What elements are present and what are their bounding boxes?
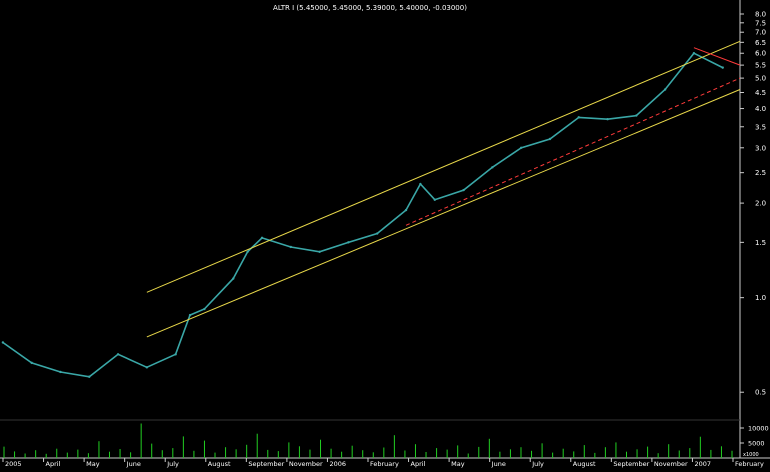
x-tick-label: June — [126, 460, 141, 468]
price-point — [188, 313, 192, 317]
price-point — [318, 250, 321, 253]
x-tick-label: June — [491, 460, 506, 468]
price-point — [246, 250, 249, 253]
x-tick-label: April — [411, 460, 426, 468]
price-point — [721, 66, 724, 69]
price-point — [116, 353, 120, 356]
y-tick-label: 0.5 — [755, 389, 766, 397]
price-point — [663, 88, 667, 91]
y-tick-label: 5.0 — [755, 75, 766, 83]
trendline-lower-channel — [146, 89, 741, 338]
y-tick-label: 4.0 — [755, 105, 766, 113]
price-line — [2, 52, 724, 378]
x-tick-label: 2007 — [694, 460, 711, 468]
price-point — [419, 182, 422, 186]
x-tick-label: September — [613, 460, 649, 468]
x-tick-label: April — [46, 460, 61, 468]
price-point — [404, 208, 408, 212]
x-tick-label: May — [451, 460, 465, 468]
x-tick-label: August — [573, 460, 596, 468]
volume-tick-label: 5000 — [748, 440, 765, 448]
chart-root: ALTR I (5.45000, 5.45000, 5.39000, 5.400… — [0, 0, 770, 468]
price-point — [59, 370, 62, 374]
y-tick-label: 2.5 — [755, 169, 766, 177]
y-tick-label: 7.0 — [755, 29, 766, 37]
chart-title: ALTR I (5.45000, 5.45000, 5.39000, 5.400… — [273, 4, 467, 12]
x-tick-label: September — [248, 460, 284, 468]
y-tick-label: 7.5 — [755, 19, 766, 27]
y-tick-label: 4.5 — [755, 89, 766, 97]
price-point — [260, 236, 264, 240]
price-point — [88, 375, 91, 378]
x-tick-label: November — [654, 460, 688, 468]
price-point — [692, 52, 696, 55]
y-tick-label: 5.5 — [755, 62, 766, 70]
price-point — [491, 166, 494, 169]
price-point — [433, 198, 436, 201]
price-point — [174, 353, 177, 356]
price-point — [577, 116, 580, 119]
price-point — [1, 341, 5, 344]
y-tick-label: 8.0 — [755, 11, 766, 19]
y-tick-label: 2.0 — [755, 200, 766, 208]
trendline-support-dashed — [405, 77, 741, 226]
x-tick-label: July — [166, 460, 179, 468]
x-tick-label: 2005 — [5, 460, 22, 468]
y-tick-label: 6.0 — [755, 50, 766, 58]
y-tick-label: 1.5 — [755, 239, 766, 247]
x-tick-label: February — [370, 460, 399, 468]
price-point — [232, 277, 235, 280]
price-point — [30, 361, 33, 365]
price-point — [289, 245, 293, 249]
price-point — [375, 232, 379, 235]
x-tick-label: 2006 — [329, 460, 346, 468]
price-point — [519, 146, 523, 149]
price-point — [548, 137, 552, 141]
y-tick-label: 1.0 — [755, 294, 766, 302]
x-tick-label: August — [208, 460, 231, 468]
x-tick-label: May — [86, 460, 100, 468]
trendline-upper-channel — [146, 40, 741, 293]
x-tick-label: July — [531, 460, 544, 468]
price-point — [462, 188, 465, 192]
y-tick-label: 6.5 — [755, 39, 766, 47]
x-tick-label: November — [289, 460, 323, 468]
volume-unit-label: x1000 — [743, 452, 759, 458]
y-tick-label: 3.5 — [755, 123, 766, 131]
y-tick-label: 3.0 — [755, 144, 766, 152]
stock-chart: ALTR I (5.45000, 5.45000, 5.39000, 5.400… — [0, 0, 770, 468]
price-point — [203, 307, 206, 311]
volume-tick-label: 10000 — [748, 425, 769, 433]
price-point — [606, 117, 609, 121]
x-tick-label: February — [735, 460, 764, 468]
price-point — [145, 366, 149, 369]
price-point — [347, 241, 350, 244]
price-point — [635, 114, 638, 117]
